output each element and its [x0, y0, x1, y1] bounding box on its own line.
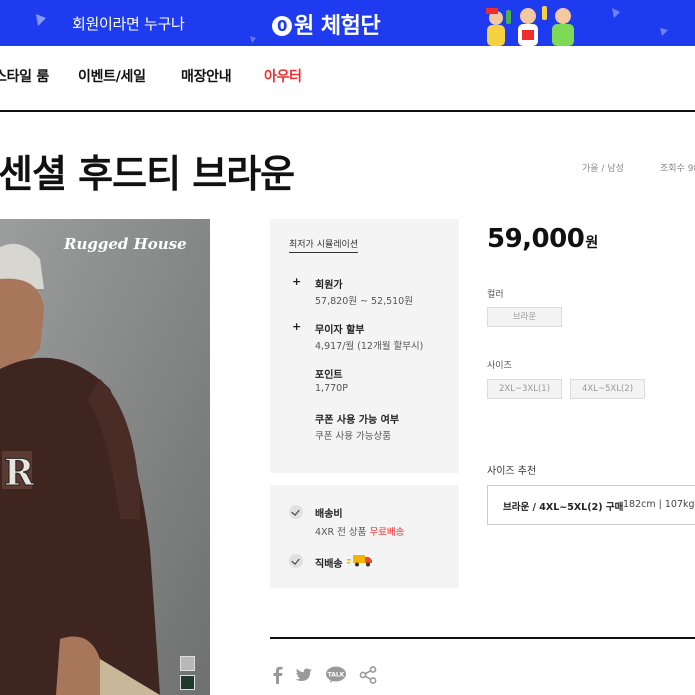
banner-title: 0원 체험단	[272, 8, 381, 40]
section-divider	[270, 637, 695, 639]
nav-item-style-room[interactable]: 스타일 룸	[0, 66, 49, 86]
lowest-price-simulation-link[interactable]: 최저가 시뮬레이션	[289, 237, 359, 253]
member-price-value: 57,820원 ~ 52,510원	[315, 296, 413, 307]
product-main-image[interactable]: R Rugged House	[0, 219, 210, 695]
svg-text:R: R	[4, 452, 35, 494]
price-amount: 59,000	[487, 224, 585, 254]
delivery-truck-icon	[347, 555, 372, 567]
installment-value: 4,917/월 (12개월 할부시)	[315, 341, 424, 352]
product-title: 센셜 후드티 브라운	[0, 152, 295, 196]
direct-delivery-label: 직배송	[315, 559, 343, 570]
banner-lead-text: 회원이라면 누구나	[72, 15, 185, 33]
free-shipping-text: 무료배송	[369, 527, 405, 538]
banner-title-zero: 0	[272, 16, 292, 36]
svg-text:TALK: TALK	[328, 672, 345, 679]
brand-overlay-text: Rugged House	[64, 235, 187, 253]
size-recommend-label: 사이즈 추천	[487, 466, 537, 477]
member-price-label: 회원가	[315, 280, 343, 291]
size-option-label: 사이즈	[487, 361, 512, 371]
color-thumb-green[interactable]	[180, 675, 195, 690]
installment-label: 무이자 할부	[315, 325, 365, 336]
member-price-expand-button[interactable]: +	[292, 275, 301, 288]
size-recommend-box[interactable]: 브라운 / 4XL~5XL(2) 구매 182cm | 107kg	[487, 485, 695, 525]
nav-item-store-info[interactable]: 매장안내	[181, 66, 232, 86]
nav-item-event-sale[interactable]: 이벤트/세일	[78, 66, 146, 86]
shipping-label: 배송비	[315, 509, 343, 520]
point-label: 포인트	[315, 370, 343, 381]
product-photo-illustration: R	[0, 219, 210, 695]
nav-item-outer[interactable]: 아우터	[264, 66, 302, 86]
view-count: 조회수 98	[660, 164, 695, 174]
season-gender: 가을 / 남성	[582, 164, 624, 174]
check-icon	[289, 554, 303, 568]
color-option-label: 컬러	[487, 290, 504, 300]
product-price: 59,000원	[487, 224, 598, 254]
shipping-value: 4XR 전 상품 무료배송	[315, 524, 404, 538]
facebook-icon[interactable]	[268, 665, 288, 685]
shipping-prefix: 4XR 전 상품	[315, 527, 370, 538]
price-unit: 원	[585, 235, 598, 251]
kakaotalk-icon[interactable]: TALK	[325, 665, 347, 685]
top-promo-banner[interactable]: 회원이라면 누구나 0원 체험단	[0, 0, 695, 46]
point-value: 1,770P	[315, 383, 348, 394]
size-recommend-body: 182cm | 107kg	[623, 499, 695, 510]
banner-characters-illustration	[486, 6, 574, 46]
banner-title-rest: 원 체험단	[294, 14, 381, 39]
benefit-panel: 최저가 시뮬레이션 + 회원가 57,820원 ~ 52,510원 + 무이자 …	[270, 219, 459, 473]
color-option-brown[interactable]: 브라운	[487, 307, 562, 327]
size-recommend-main: 브라운 / 4XL~5XL(2) 구매	[503, 502, 624, 513]
coupon-value: 쿠폰 사용 가능상품	[315, 431, 391, 442]
main-navigation: 스타일 룸 이벤트/세일 매장안내 아우터	[0, 46, 695, 112]
size-option-4xl-5xl[interactable]: 4XL~5XL(2)	[570, 379, 645, 399]
installment-expand-button[interactable]: +	[292, 320, 301, 333]
delivery-panel: 배송비 4XR 전 상품 무료배송 직배송	[270, 485, 459, 588]
size-option-2xl-3xl[interactable]: 2XL~3XL(1)	[487, 379, 562, 399]
check-icon	[289, 505, 303, 519]
coupon-label: 쿠폰 사용 가능 여부	[315, 415, 400, 426]
color-thumb-gray[interactable]	[180, 656, 195, 671]
share-icon[interactable]	[358, 665, 378, 685]
twitter-icon[interactable]	[294, 665, 314, 685]
